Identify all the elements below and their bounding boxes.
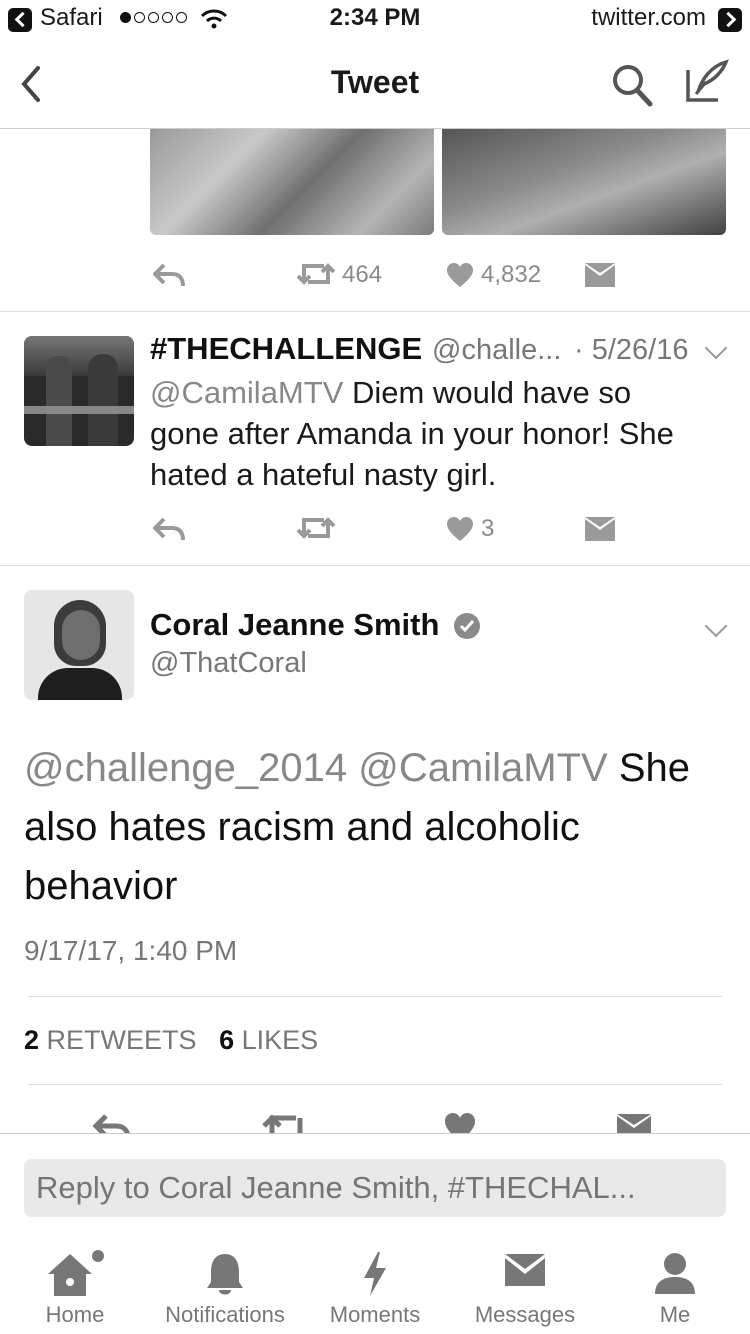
like-count: 3 [481, 515, 495, 542]
tab-home[interactable]: Home [0, 1228, 150, 1334]
author-handle[interactable]: @challe... [432, 334, 561, 367]
envelope-icon[interactable] [584, 262, 616, 288]
tweet-text: @challenge_2014 @CamilaMTV She also hate… [24, 739, 734, 916]
tweet-text: @CamilaMTV Diem would have so gone after… [150, 372, 740, 495]
envelope-icon[interactable] [616, 1112, 652, 1134]
tab-bar: Home Notifications Moments Messages Me [0, 1228, 750, 1334]
divider [28, 996, 722, 997]
chevron-down-icon[interactable] [704, 336, 728, 360]
likes-stat[interactable]: 6 LIKES [219, 1025, 318, 1055]
tweet-text-line: gone after Amanda in your honor! She [150, 416, 674, 451]
avatar[interactable] [24, 336, 134, 446]
heart-icon[interactable] [446, 262, 474, 288]
retweet-icon[interactable] [296, 514, 336, 542]
lightning-icon [364, 1252, 386, 1296]
tweet-stats: 2 RETWEETS 6 LIKES [24, 1025, 318, 1056]
divider [0, 565, 750, 566]
retweet-icon[interactable] [296, 260, 336, 288]
author-name[interactable]: Coral Jeanne Smith [150, 607, 439, 643]
person-icon [655, 1253, 695, 1294]
heart-icon[interactable] [444, 1112, 476, 1134]
tweet-text-line: also hates racism and alcoholic [24, 805, 580, 849]
reply-icon[interactable] [92, 1112, 132, 1134]
navigation-bar: Tweet [0, 40, 750, 129]
tweet-date: · 5/26/16 [574, 334, 689, 366]
tweet-timestamp: 9/17/17, 1:40 PM [24, 935, 238, 966]
tab-notifications[interactable]: Notifications [150, 1228, 300, 1334]
author-handle[interactable]: @ThatCoral [150, 647, 307, 680]
reply-icon[interactable] [152, 262, 186, 288]
tweet-text-line: hated a hateful nasty girl. [150, 457, 497, 492]
compose-icon[interactable] [684, 58, 730, 104]
retweet-count: 464 [342, 261, 383, 288]
divider [0, 311, 750, 312]
envelope-icon[interactable] [584, 516, 616, 542]
forward-icon[interactable] [718, 8, 742, 32]
search-icon[interactable] [610, 60, 654, 108]
mention-link[interactable]: @CamilaMTV [358, 746, 608, 790]
tab-label: Notifications [165, 1302, 285, 1327]
retweet-icon[interactable] [262, 1112, 310, 1134]
heart-icon[interactable] [446, 516, 474, 542]
tweet-text-line: behavior [24, 864, 178, 908]
author-name[interactable]: #THECHALLENGE [150, 331, 422, 367]
retweets-stat[interactable]: 2 RETWEETS [24, 1025, 197, 1055]
mention-link[interactable]: @challenge_2014 [24, 746, 347, 790]
tab-moments[interactable]: Moments [300, 1228, 450, 1334]
reply-bar [0, 1133, 750, 1229]
chevron-down-icon[interactable] [704, 614, 728, 638]
status-bar: Safari 2:34 PM twitter.com [0, 0, 750, 40]
tweet-media-image[interactable] [442, 129, 726, 235]
tweet-media-image[interactable] [150, 129, 434, 235]
bell-icon [207, 1254, 243, 1295]
reply-input[interactable] [24, 1159, 726, 1217]
mention-link[interactable]: @CamilaMTV [150, 375, 343, 410]
status-site: twitter.com [591, 4, 706, 31]
tab-label: Me [659, 1302, 691, 1327]
tab-label: Messages [474, 1302, 576, 1327]
verified-badge-icon [454, 613, 480, 639]
tab-label: Moments [329, 1302, 421, 1327]
avatar[interactable] [24, 590, 134, 700]
tweet-text-line: She [618, 746, 691, 790]
envelope-icon [505, 1254, 545, 1286]
tweet-text-line: Diem would have so [352, 375, 632, 410]
tab-me[interactable]: Me [600, 1228, 750, 1334]
home-icon [48, 1250, 104, 1296]
divider [28, 1084, 722, 1085]
like-count: 4,832 [481, 261, 542, 288]
tab-label: Home [45, 1302, 105, 1327]
tab-messages[interactable]: Messages [450, 1228, 600, 1334]
reply-icon[interactable] [152, 516, 186, 542]
